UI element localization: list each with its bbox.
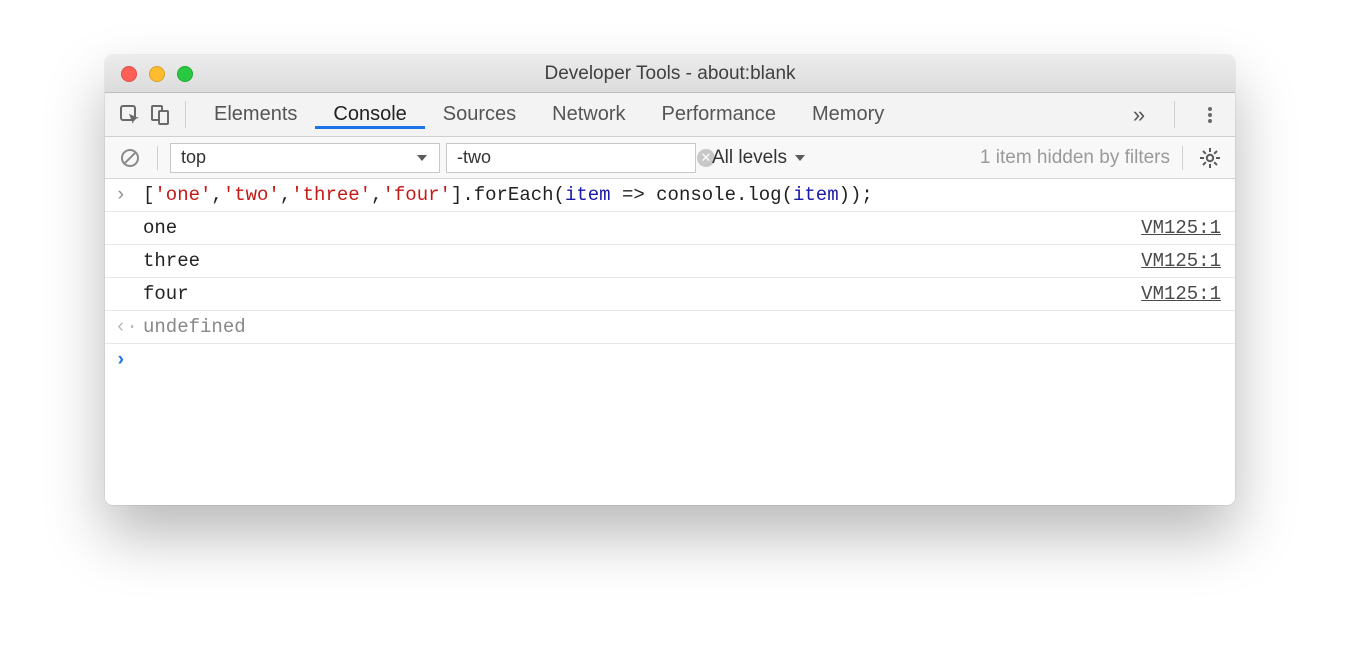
window-minimize-button[interactable] [149, 66, 165, 82]
window-titlebar: Developer Tools - about:blank [105, 55, 1235, 93]
filter-input-wrap: ✕ [446, 143, 696, 173]
execution-context-select[interactable]: top [170, 143, 440, 173]
chevron-down-icon [415, 151, 429, 165]
output-chevron-icon: ‹· [115, 316, 143, 338]
log-message: one [143, 217, 1141, 239]
input-chevron-icon: › [115, 184, 143, 206]
clear-console-icon[interactable] [115, 143, 145, 173]
tabs-overflow-button[interactable]: » [1124, 100, 1154, 130]
log-message: three [143, 250, 1141, 272]
log-levels-select[interactable]: All levels [712, 147, 807, 169]
tab-sources[interactable]: Sources [425, 100, 534, 129]
console-toolbar: top ✕ All levels 1 item hidden by filter… [105, 137, 1235, 179]
console-output[interactable]: › ['one','two','three','four'].forEach(i… [105, 179, 1235, 505]
divider [185, 101, 186, 128]
panel-tabs: Elements Console Sources Network Perform… [196, 100, 902, 129]
hidden-by-filters-note: 1 item hidden by filters [980, 147, 1170, 169]
window-close-button[interactable] [121, 66, 137, 82]
window-title: Developer Tools - about:blank [105, 63, 1235, 85]
device-toolbar-icon[interactable] [145, 100, 175, 130]
console-filter-input[interactable] [457, 147, 689, 168]
log-levels-label: All levels [712, 147, 787, 169]
console-prompt-line[interactable]: › [105, 344, 1235, 376]
console-log-line: one VM125:1 [105, 212, 1235, 245]
devtools-tabstrip: Elements Console Sources Network Perform… [105, 93, 1235, 137]
kebab-menu-icon[interactable] [1195, 100, 1225, 130]
tab-elements[interactable]: Elements [196, 100, 315, 129]
tab-console[interactable]: Console [315, 100, 424, 129]
console-settings-icon[interactable] [1195, 143, 1225, 173]
tab-performance[interactable]: Performance [644, 100, 795, 129]
devtools-window: Developer Tools - about:blank Elements C… [105, 55, 1235, 505]
log-source-link[interactable]: VM125:1 [1141, 217, 1221, 239]
log-source-link[interactable]: VM125:1 [1141, 250, 1221, 272]
window-controls [121, 66, 193, 82]
window-zoom-button[interactable] [177, 66, 193, 82]
inspect-element-icon[interactable] [115, 100, 145, 130]
divider [1174, 101, 1175, 128]
log-source-link[interactable]: VM125:1 [1141, 283, 1221, 305]
divider [1182, 146, 1183, 170]
divider [157, 146, 158, 170]
console-log-line: three VM125:1 [105, 245, 1235, 278]
chevron-down-icon [793, 151, 807, 165]
tab-memory[interactable]: Memory [794, 100, 902, 129]
console-input-echo: › ['one','two','three','four'].forEach(i… [105, 179, 1235, 212]
console-return-line: ‹· undefined [105, 311, 1235, 344]
log-message: four [143, 283, 1141, 305]
execution-context-value: top [181, 147, 206, 168]
return-value: undefined [143, 316, 1221, 338]
prompt-chevron-icon: › [115, 349, 143, 371]
console-log-line: four VM125:1 [105, 278, 1235, 311]
input-code: ['one','two','three','four'].forEach(ite… [143, 184, 1221, 206]
tab-network[interactable]: Network [534, 100, 643, 129]
